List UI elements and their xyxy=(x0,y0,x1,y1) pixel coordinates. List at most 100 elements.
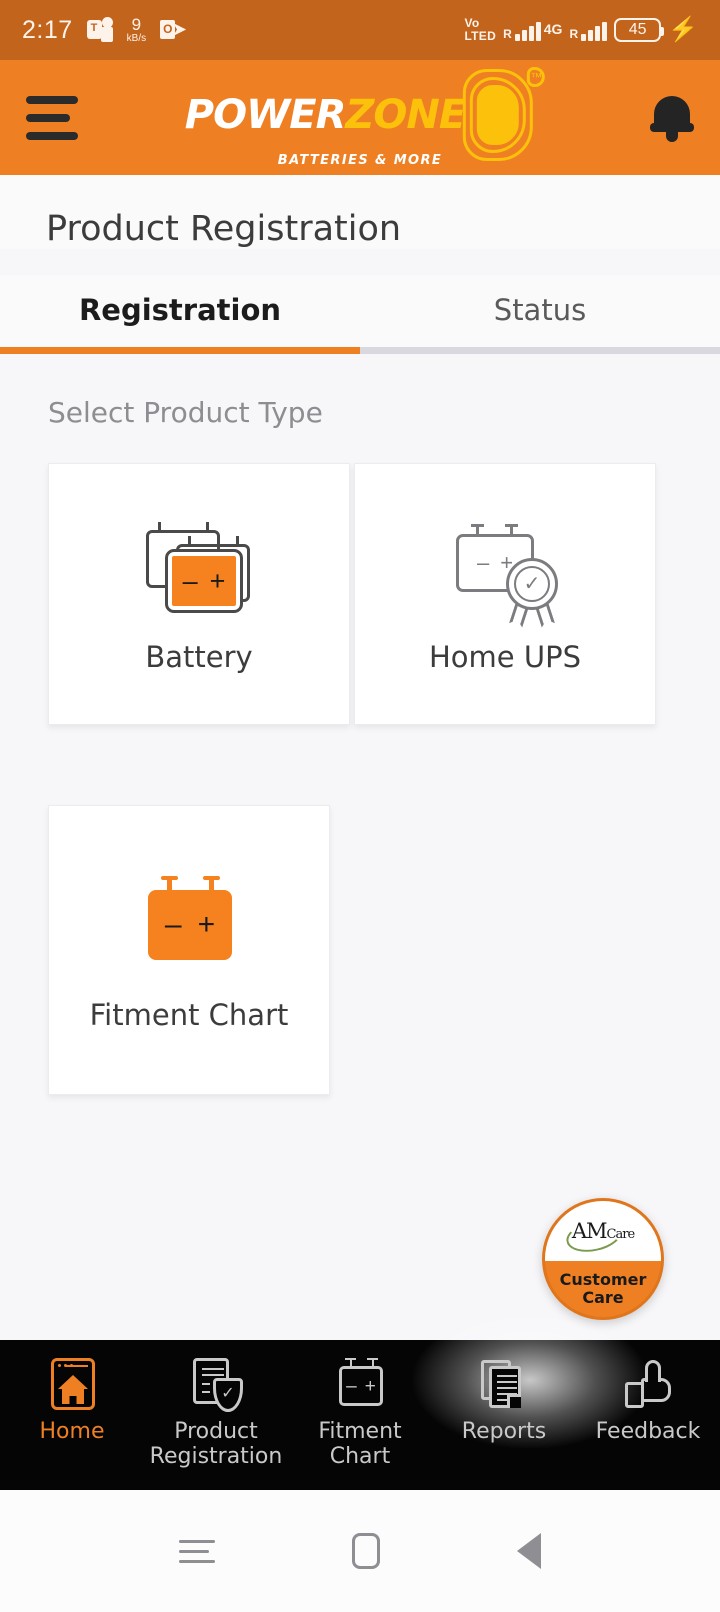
battery-minus-symbol: – xyxy=(182,565,198,596)
network-speed-unit: kB/s xyxy=(126,33,147,44)
status-bar-right: Vo LTED R 4G R 45 ⚡ xyxy=(464,17,698,42)
documents-icon xyxy=(475,1358,533,1414)
amcare-a: A xyxy=(571,1219,587,1244)
certification-badge-icon: ✓ xyxy=(506,558,558,610)
page-content: Select Product Type – + Battery – + ✓ Ho… xyxy=(0,354,720,1095)
nav-item-product-registration[interactable]: ✓ Product Registration xyxy=(144,1358,288,1469)
tab-registration[interactable]: Registration xyxy=(0,275,360,347)
outlook-icon xyxy=(160,19,187,41)
network-speed-value: 9 xyxy=(131,15,142,34)
nav-label-fitment-line1: Fitment xyxy=(318,1419,402,1444)
nav-label-product-line2: Registration xyxy=(149,1443,283,1469)
product-card-label-battery: Battery xyxy=(145,640,253,674)
product-card-label-fitment-chart: Fitment Chart xyxy=(89,998,289,1032)
stacked-battery-icon: – + xyxy=(144,514,254,614)
product-card-fitment-chart[interactable]: – + Fitment Chart xyxy=(48,805,330,1095)
logo-wordmark: POWERZONE ™ xyxy=(184,67,546,163)
nav-label-feedback-line1: Feedback xyxy=(595,1419,701,1444)
document-shield-icon: ✓ xyxy=(187,1358,245,1414)
hamburger-menu-icon[interactable] xyxy=(26,95,78,140)
signal-sim1: R 4G xyxy=(503,19,562,41)
tab-bar: Registration Status xyxy=(0,275,720,347)
nav-label-product-registration: Product Registration xyxy=(149,1419,283,1469)
orange-battery-icon: – + xyxy=(134,868,244,964)
nav-battery-minus: – xyxy=(346,1375,357,1397)
thumbs-up-icon xyxy=(619,1358,677,1414)
nav-label-home: Home xyxy=(39,1419,105,1445)
nav-label-home-line1: Home xyxy=(39,1419,105,1444)
tab-indicator-track xyxy=(0,347,720,354)
home-icon xyxy=(43,1358,101,1414)
status-time: 2:17 xyxy=(22,15,73,44)
page-header: Product Registration xyxy=(0,175,720,249)
battery-plus-symbol: + xyxy=(209,565,226,596)
tab-active-indicator xyxy=(0,347,360,354)
amcare-logo: AMCare xyxy=(545,1201,661,1262)
volte-line2: LTED xyxy=(464,29,497,43)
system-navigation-bar xyxy=(0,1490,720,1612)
section-label-select-product-type: Select Product Type xyxy=(48,396,323,429)
recents-icon[interactable] xyxy=(178,1539,215,1563)
app-root: 2:17 9 kB/s Vo LTED R 4G R xyxy=(0,0,720,1612)
nav-item-home[interactable]: Home xyxy=(0,1358,144,1445)
logo-text: POWERZONE xyxy=(184,92,466,138)
app-header: POWERZONE ™ BATTERIES & MORE xyxy=(0,60,720,175)
status-bar-left: 2:17 9 kB/s xyxy=(22,15,187,45)
tab-status[interactable]: Status xyxy=(360,275,720,347)
fitment-plus-symbol: + xyxy=(197,908,216,941)
network-speed: 9 kB/s xyxy=(127,16,146,44)
product-type-grid-row1: – + Battery – + ✓ Home UPS xyxy=(48,463,672,725)
app-logo: POWERZONE ™ BATTERIES & MORE xyxy=(184,67,546,168)
logo-word-zone: ZONE xyxy=(345,92,466,138)
system-home-icon[interactable] xyxy=(351,1533,380,1569)
customer-care-line1: Customer xyxy=(559,1269,647,1289)
product-type-grid-row2: – + Fitment Chart xyxy=(48,805,672,1095)
status-bar: 2:17 9 kB/s Vo LTED R 4G R xyxy=(0,0,720,60)
nav-label-feedback: Feedback xyxy=(595,1419,701,1445)
sim2-roaming-label: R xyxy=(569,27,579,41)
customer-care-label: Customer Care xyxy=(545,1261,661,1317)
product-card-home-ups[interactable]: – + ✓ Home UPS xyxy=(354,463,656,725)
amcare-m: M xyxy=(586,1219,607,1244)
volte-icon: Vo LTED xyxy=(464,17,496,42)
fitment-minus-symbol: – xyxy=(164,908,182,941)
teams-icon xyxy=(86,17,113,43)
signal-sim2: R xyxy=(569,19,608,41)
sim1-roaming-label: R xyxy=(503,27,512,41)
customer-care-fab[interactable]: AMCare Customer Care xyxy=(542,1198,664,1320)
ups-minus-symbol: – xyxy=(476,550,490,575)
product-card-battery[interactable]: – + Battery xyxy=(48,463,350,725)
nav-label-fitment-line2: Chart xyxy=(329,1443,391,1469)
nav-label-product-line1: Product xyxy=(174,1419,258,1444)
customer-care-line2: Care xyxy=(582,1288,624,1308)
logo-word-power: POWER xyxy=(184,92,347,138)
amcare-logo-text: AMCare xyxy=(571,1219,636,1244)
page-title: Product Registration xyxy=(46,209,402,249)
network-type-label: 4G xyxy=(543,21,563,37)
bottom-navigation-bar: Home ✓ Product Registration – + Fitment … xyxy=(0,1310,720,1490)
nav-label-fitment-chart: Fitment Chart xyxy=(318,1419,402,1469)
nav-item-fitment-chart[interactable]: – + Fitment Chart xyxy=(288,1358,432,1469)
bell-icon[interactable] xyxy=(650,94,694,142)
battery-indicator: 45 xyxy=(614,18,665,42)
check-mark-icon: ✓ xyxy=(523,573,541,595)
back-icon[interactable] xyxy=(517,1533,542,1569)
logo-trademark: ™ xyxy=(527,67,546,87)
amcare-care: Care xyxy=(606,1227,636,1243)
fitment-battery-body: – + xyxy=(148,890,232,960)
product-card-label-home-ups: Home UPS xyxy=(429,640,581,674)
battery-front-body: – + xyxy=(165,549,243,613)
nav-item-feedback[interactable]: Feedback xyxy=(576,1358,720,1445)
signal-bars-1 xyxy=(514,19,541,41)
charging-bolt-icon: ⚡ xyxy=(668,16,698,43)
nav-item-reports[interactable]: Reports xyxy=(432,1358,576,1445)
signal-bars-2 xyxy=(581,19,608,41)
nav-label-reports: Reports xyxy=(461,1419,547,1445)
nav-label-reports-line1: Reports xyxy=(461,1419,547,1444)
nav-battery-plus: + xyxy=(364,1375,376,1397)
logo-swirl-icon: ™ xyxy=(461,67,546,163)
battery-certified-badge-icon: – + ✓ xyxy=(450,514,560,614)
battery-level-label: 45 xyxy=(628,21,647,38)
page-body: Product Registration Registration Status… xyxy=(0,175,720,1340)
battery-icon: – + xyxy=(331,1358,389,1414)
